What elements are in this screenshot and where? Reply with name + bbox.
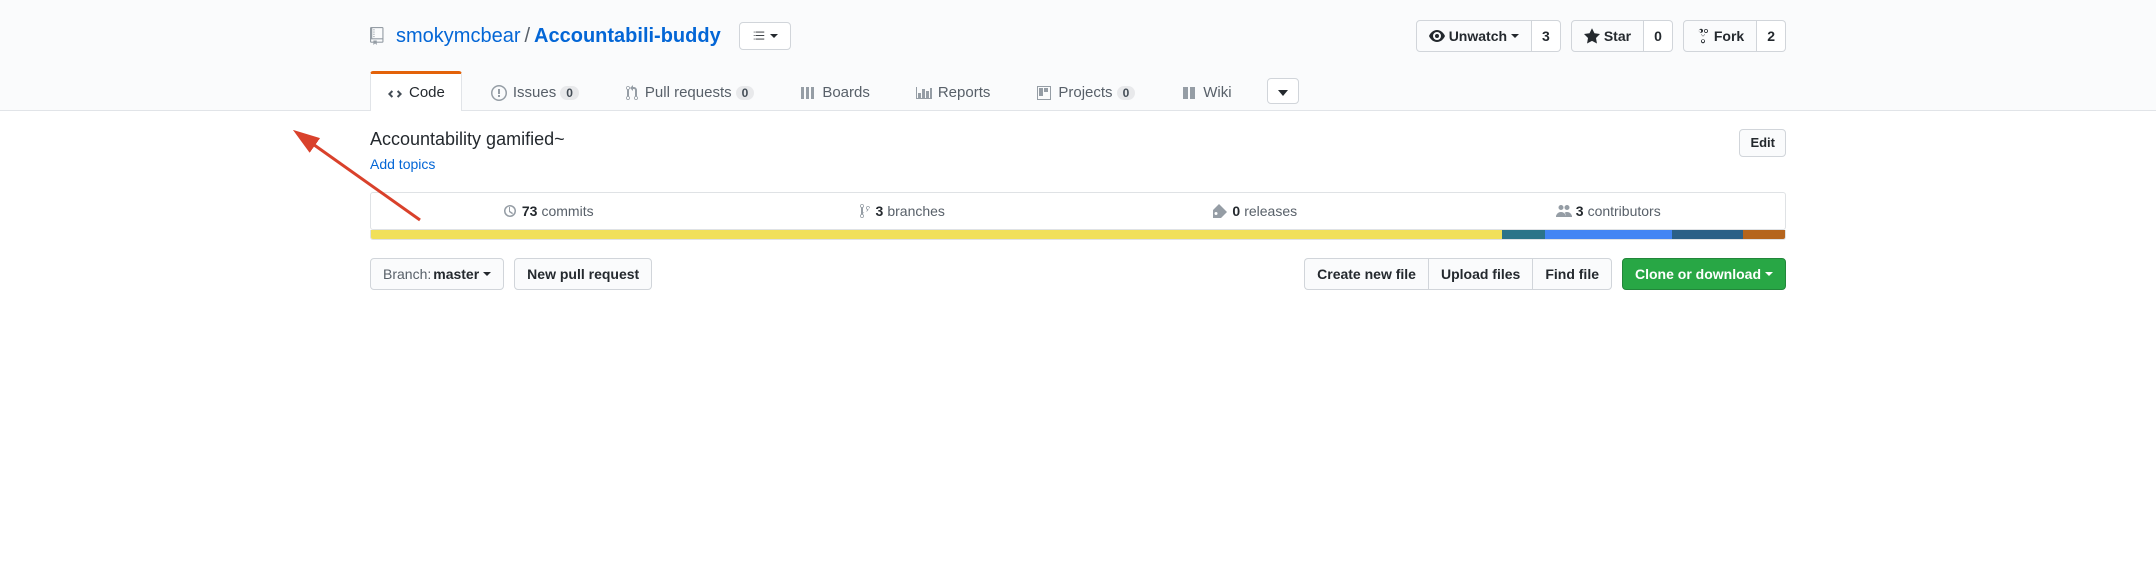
clone-download-button[interactable]: Clone or download	[1622, 258, 1786, 290]
watch-count[interactable]: 3	[1532, 20, 1561, 52]
fork-icon	[1696, 28, 1710, 44]
tab-wiki[interactable]: Wiki	[1164, 71, 1248, 111]
separator: /	[524, 25, 530, 48]
history-icon	[502, 203, 518, 219]
tab-code[interactable]: Code	[370, 71, 462, 111]
star-count[interactable]: 0	[1644, 20, 1673, 52]
unwatch-button[interactable]: Unwatch	[1416, 20, 1532, 52]
branch-icon	[858, 203, 872, 219]
page-actions: Unwatch 3 Star 0 Fork	[1416, 20, 1786, 52]
create-new-file-button[interactable]: Create new file	[1304, 258, 1428, 290]
eye-icon	[1429, 28, 1445, 44]
repo-link[interactable]: Accountabili-buddy	[534, 25, 721, 47]
repo-description: Accountability gamified~	[370, 129, 565, 150]
add-topics-link[interactable]: Add topics	[370, 156, 435, 172]
upload-files-button[interactable]: Upload files	[1428, 258, 1532, 290]
lang-segment	[1743, 230, 1785, 239]
tag-icon	[1212, 203, 1228, 219]
tab-issues[interactable]: Issues 0	[474, 71, 596, 111]
owner-link[interactable]: smokymcbear	[396, 25, 520, 48]
nav-more-dropdown[interactable]	[1267, 78, 1299, 104]
edit-button[interactable]: Edit	[1739, 129, 1786, 157]
issue-icon	[491, 85, 507, 101]
star-icon	[1584, 28, 1600, 44]
issues-count: 0	[560, 86, 579, 100]
contributors-link[interactable]: 3 contributors	[1432, 193, 1786, 229]
list-icon	[752, 29, 766, 43]
caret-down-icon	[483, 272, 491, 276]
code-icon	[387, 85, 403, 101]
fork-count[interactable]: 2	[1757, 20, 1786, 52]
branch-select-button[interactable]: Branch: master	[370, 258, 504, 290]
lang-segment	[1672, 230, 1743, 239]
repo-icon	[370, 27, 388, 45]
lang-segment	[1545, 230, 1672, 239]
chevron-down-icon	[1278, 90, 1288, 96]
overall-summary: 73 commits 3 branches 0 releases 3 contr…	[370, 192, 1786, 230]
pulls-count: 0	[736, 86, 755, 100]
lang-segment	[1502, 230, 1544, 239]
tab-pull-requests[interactable]: Pull requests 0	[608, 71, 771, 111]
list-dropdown-button[interactable]	[739, 22, 791, 50]
commits-link[interactable]: 73 commits	[371, 193, 725, 229]
branches-link[interactable]: 3 branches	[725, 193, 1079, 229]
wiki-icon	[1181, 85, 1197, 101]
find-file-button[interactable]: Find file	[1532, 258, 1612, 290]
projects-icon	[1036, 85, 1052, 101]
new-pull-request-button[interactable]: New pull request	[514, 258, 652, 290]
repo-nav: Code Issues 0 Pull requests 0 Boards Rep…	[370, 71, 1786, 111]
tab-projects[interactable]: Projects 0	[1019, 71, 1152, 111]
people-icon	[1556, 203, 1572, 219]
lang-segment	[371, 230, 1502, 239]
caret-down-icon	[770, 34, 778, 38]
tab-reports[interactable]: Reports	[899, 71, 1008, 111]
pull-request-icon	[625, 85, 639, 101]
caret-down-icon	[1765, 272, 1773, 276]
releases-link[interactable]: 0 releases	[1078, 193, 1432, 229]
language-bar[interactable]	[370, 230, 1786, 240]
projects-count: 0	[1117, 86, 1136, 100]
repo-title: smokymcbear / Accountabili-buddy	[370, 22, 791, 50]
tab-boards[interactable]: Boards	[783, 71, 887, 111]
caret-down-icon	[1511, 34, 1519, 38]
reports-icon	[916, 85, 932, 101]
boards-icon	[800, 85, 816, 101]
fork-button[interactable]: Fork	[1683, 20, 1757, 52]
star-button[interactable]: Star	[1571, 20, 1644, 52]
